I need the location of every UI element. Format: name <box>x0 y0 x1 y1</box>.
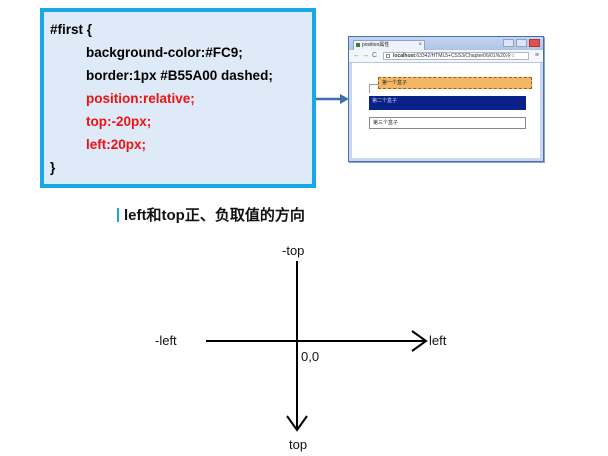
label-left: left <box>429 333 447 348</box>
axes-diagram <box>206 261 428 432</box>
label-negative-top: -top <box>282 243 305 258</box>
label-origin: 0,0 <box>301 349 320 364</box>
label-top: top <box>289 437 308 452</box>
label-negative-left: -left <box>155 333 177 348</box>
slide-page: #first { background-color:#FC9; border:1… <box>0 0 608 456</box>
